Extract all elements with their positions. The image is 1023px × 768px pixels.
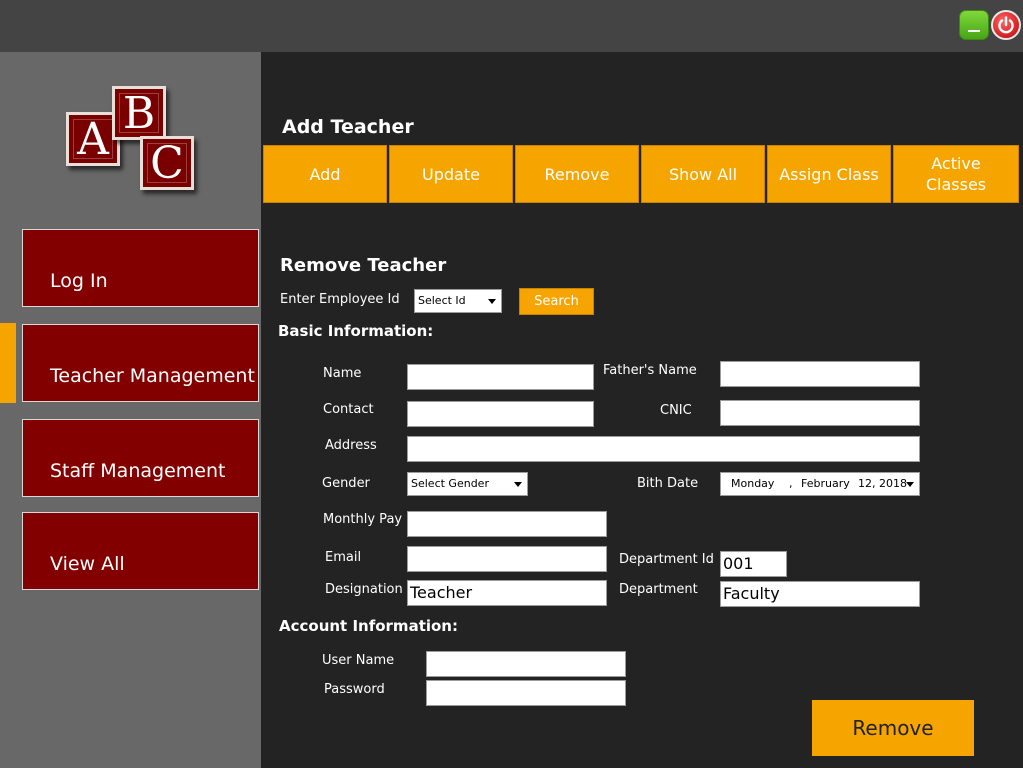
email-field[interactable] [407,546,607,572]
power-icon [998,16,1014,34]
employee-id-select[interactable]: Select Id [414,289,502,313]
email-label: Email [325,550,362,565]
logo-letter: B [122,87,156,139]
address-label: Address [325,438,377,453]
user-name-field[interactable] [426,651,626,677]
department-field[interactable]: Faculty [720,581,920,607]
cnic-label: CNIC [660,403,692,418]
logo-block-b: B [112,86,166,140]
title-bar [0,0,1023,52]
gender-select[interactable]: Select Gender [407,472,528,496]
chevron-down-icon [906,482,914,487]
sidebar-item-teacher-management[interactable]: Teacher Management [22,324,259,402]
logo-block-c: C [140,136,194,190]
search-button[interactable]: Search [519,288,594,315]
birth-date-label: Bith Date [637,476,699,491]
sidebar-item-label: View All [50,553,125,575]
contact-field[interactable] [407,401,594,427]
sidebar-item-label: Teacher Management [50,365,255,387]
chevron-down-icon [488,299,496,304]
contact-label: Contact [323,402,374,417]
tab-active-classes[interactable]: Active Classes [893,145,1019,203]
account-info-heading: Account Information: [279,617,458,635]
chevron-down-icon [514,482,522,487]
fathers-name-label: Father's Name [603,363,697,378]
basic-info-heading: Basic Information: [278,322,434,340]
gender-select-value: Select Gender [411,477,489,490]
department-id-label: Department Id [619,552,714,567]
page-title: Add Teacher [282,116,414,138]
employee-id-label: Enter Employee Id [280,292,400,307]
minimize-button[interactable] [959,10,989,40]
tab-update[interactable]: Update [389,145,513,203]
remove-button[interactable]: Remove [812,700,974,756]
sidebar-item-view-all[interactable]: View All [22,512,259,590]
designation-label: Designation [325,582,403,597]
gender-label: Gender [322,476,370,491]
birth-date-picker[interactable]: Monday , February 12, 2018 [720,472,920,496]
form-title: Remove Teacher [280,255,447,276]
power-button[interactable] [991,10,1021,40]
logo-letter: A [77,113,109,165]
birth-date-separator: , [789,477,793,490]
tab-remove[interactable]: Remove [515,145,639,203]
active-nav-indicator [0,323,16,403]
name-field[interactable] [407,364,594,390]
password-label: Password [324,682,385,697]
sidebar-item-label: Staff Management [50,460,226,482]
tab-show-all[interactable]: Show All [641,145,765,203]
password-field[interactable] [426,680,626,706]
department-label: Department [619,582,698,597]
sidebar-item-log-in[interactable]: Log In [22,229,259,307]
name-label: Name [323,366,362,381]
monthly-pay-label: Monthly Pay [323,512,403,527]
logo-letter: C [150,137,184,189]
cnic-field[interactable] [720,400,920,426]
department-id-field[interactable]: 001 [720,551,787,577]
monthly-pay-field[interactable] [407,511,607,537]
sidebar-item-label: Log In [50,270,108,292]
tab-add[interactable]: Add [263,145,387,203]
birth-date-day: Monday [731,477,775,490]
sidebar-item-staff-management[interactable]: Staff Management [22,419,259,497]
abc-logo: A B C [60,82,210,212]
birth-date-month: February [801,477,850,490]
address-field[interactable] [407,436,920,462]
user-name-label: User Name [322,653,395,668]
tab-assign-class[interactable]: Assign Class [767,145,891,203]
birth-date-day-year: 12, 2018 [858,477,907,490]
designation-field[interactable]: Teacher [407,580,607,606]
fathers-name-field[interactable] [720,361,920,387]
minimize-icon [968,30,980,32]
employee-id-select-value: Select Id [418,294,466,307]
